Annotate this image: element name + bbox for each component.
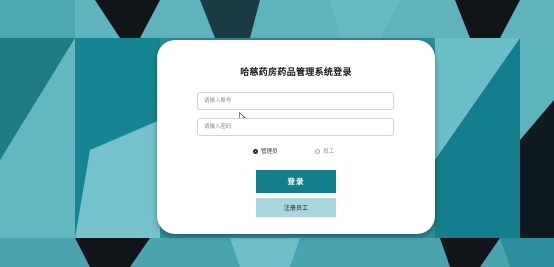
role-selector: 管理员 员工 bbox=[157, 147, 435, 157]
password-input[interactable] bbox=[197, 118, 394, 136]
register-staff-button[interactable]: 注册员工 bbox=[256, 198, 336, 217]
role-staff-radio[interactable]: 员工 bbox=[315, 147, 334, 155]
login-button[interactable]: 登录 bbox=[256, 170, 336, 193]
login-page: 哈慈药房药品管理系统登录 管理员 员工 登录 注册员工 bbox=[0, 0, 554, 267]
page-title: 哈慈药房药品管理系统登录 bbox=[240, 68, 352, 78]
role-admin-label: 管理员 bbox=[261, 149, 278, 155]
login-card: 哈慈药房药品管理系统登录 管理员 员工 登录 注册员工 bbox=[157, 40, 435, 234]
role-staff-label: 员工 bbox=[323, 149, 335, 155]
username-input[interactable] bbox=[197, 92, 394, 110]
radio-selected-icon bbox=[253, 148, 258, 154]
radio-unselected-icon bbox=[315, 148, 320, 154]
role-admin-radio[interactable]: 管理员 bbox=[253, 147, 278, 155]
